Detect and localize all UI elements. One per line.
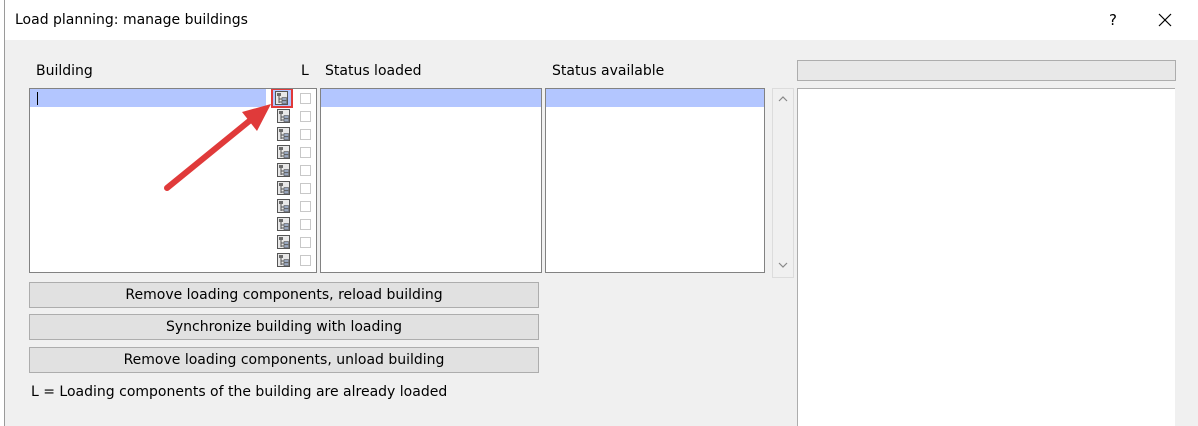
building-tree-icon	[277, 145, 290, 159]
building-tree-icon	[277, 109, 290, 123]
preview-header-bar	[797, 60, 1176, 81]
loaded-checkbox[interactable]	[300, 255, 311, 266]
window-title: Load planning: manage buildings	[15, 12, 248, 28]
preview-panel	[797, 88, 1175, 426]
building-tree-button[interactable]	[275, 198, 290, 213]
loaded-checkbox[interactable]	[300, 129, 311, 140]
status-available-selected-row[interactable]	[546, 89, 764, 107]
loaded-flag-column-header: L	[301, 63, 309, 79]
building-tree-button[interactable]	[275, 180, 290, 195]
unload-building-button[interactable]: Remove loading components, unload buildi…	[29, 347, 539, 373]
building-tree-icon	[277, 127, 290, 141]
help-button[interactable]: ?	[1099, 6, 1127, 34]
status-available-column-header: Status available	[552, 63, 665, 79]
manage-buildings-dialog: Load planning: manage buildings ? Buildi…	[4, 0, 1198, 426]
close-icon	[1158, 13, 1172, 27]
building-selected-row[interactable]	[30, 89, 266, 107]
loaded-checkbox[interactable]	[300, 237, 311, 248]
loaded-checkbox[interactable]	[300, 111, 311, 122]
status-loaded-column-header: Status loaded	[325, 63, 422, 79]
building-tree-icon	[277, 163, 290, 177]
building-tree-button[interactable]	[275, 252, 290, 267]
building-list[interactable]	[29, 88, 317, 273]
loaded-checkbox[interactable]	[300, 93, 311, 104]
scroll-down-icon	[778, 262, 788, 268]
building-tree-button[interactable]	[275, 108, 290, 123]
status-loaded-selected-row[interactable]	[321, 89, 541, 107]
building-tree-button[interactable]	[275, 126, 290, 141]
loaded-checkbox[interactable]	[300, 165, 311, 176]
legend-note: L = Loading components of the building a…	[31, 384, 448, 400]
status-available-list[interactable]	[545, 88, 765, 273]
building-tree-icon	[277, 199, 290, 213]
loaded-checkbox[interactable]	[300, 183, 311, 194]
sync-building-button[interactable]: Synchronize building with loading	[29, 314, 539, 340]
close-button[interactable]	[1151, 6, 1179, 34]
building-tree-button[interactable]	[271, 89, 293, 108]
vertical-scrollbar[interactable]	[772, 88, 794, 278]
building-column-header: Building	[36, 63, 93, 79]
building-tree-button[interactable]	[275, 234, 290, 249]
building-tree-icon	[277, 217, 290, 231]
building-tree-button[interactable]	[275, 216, 290, 231]
building-tree-icon	[277, 235, 290, 249]
title-bar: Load planning: manage buildings ?	[5, 0, 1198, 40]
building-tree-icon	[277, 253, 290, 267]
building-tree-icon	[277, 181, 290, 195]
loaded-checkbox[interactable]	[300, 219, 311, 230]
loaded-checkbox[interactable]	[300, 147, 311, 158]
building-tree-button[interactable]	[275, 162, 290, 177]
loaded-checkbox[interactable]	[300, 201, 311, 212]
text-cursor	[37, 92, 38, 105]
building-tree-icon	[275, 91, 288, 105]
building-tree-button[interactable]	[275, 144, 290, 159]
status-loaded-list[interactable]	[320, 88, 542, 273]
scroll-up-icon	[778, 96, 788, 102]
reload-building-button[interactable]: Remove loading components, reload buildi…	[29, 282, 539, 308]
